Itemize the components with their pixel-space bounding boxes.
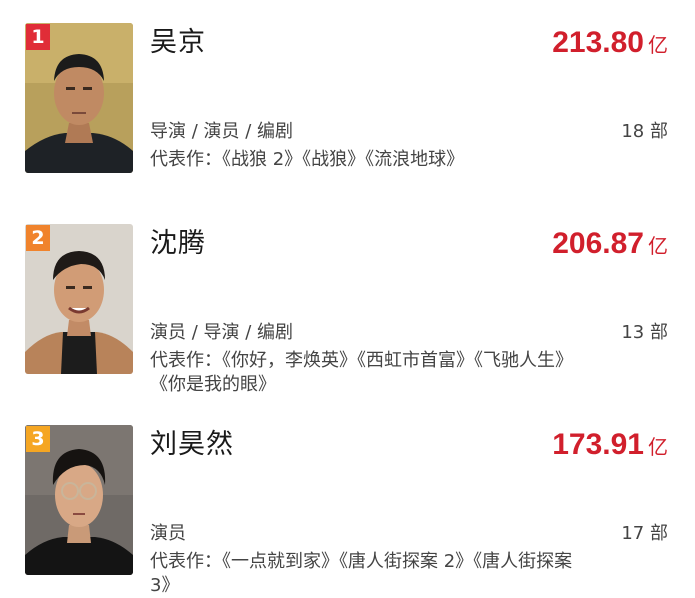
person-roles: 导演 / 演员 / 编剧 [150, 121, 294, 142]
representative-works: 代表作：《战狼 2》《战狼》《流浪地球》 [150, 149, 465, 170]
box-office-value: 213.80 [552, 26, 644, 59]
box-office-value: 173.91 [552, 428, 644, 461]
representative-works: 代表作：《一点就到家》《唐人街探案 2》《唐人街探案 3》 [150, 551, 573, 596]
person-roles: 演员 / 导演 / 编剧 [150, 322, 294, 343]
box-office-total: 206.87 亿 [552, 226, 668, 266]
rank-badge: 3 [26, 426, 50, 452]
person-name[interactable]: 吴京 [150, 25, 206, 61]
person-name[interactable]: 刘昊然 [150, 427, 234, 463]
box-office-unit: 亿 [648, 33, 668, 57]
box-office-value: 206.87 [552, 227, 644, 260]
list-item[interactable]: 1 吴京 213.80 亿 导演 / 演员 / 编剧 18 部 代表作：《战狼 2… [0, 23, 695, 183]
box-office-total: 173.91 亿 [552, 427, 668, 467]
box-office-ranking-list: 1 吴京 213.80 亿 导演 / 演员 / 编剧 18 部 代表作：《战狼 2… [0, 0, 695, 596]
film-count: 17 部 [621, 523, 668, 544]
film-count: 13 部 [621, 322, 668, 343]
box-office-unit: 亿 [648, 435, 668, 459]
list-item[interactable]: 2 沈腾 206.87 亿 演员 / 导演 / 编剧 13 部 代表作：《你好，李… [0, 224, 695, 395]
rank-badge: 2 [26, 225, 50, 251]
rank-badge: 1 [26, 24, 50, 50]
person-roles: 演员 [150, 523, 186, 544]
representative-works: 代表作：《你好，李焕英》《西虹市首富》《飞驰人生》《你是我的眼》 [150, 350, 573, 395]
list-item[interactable]: 3 刘昊然 173.91 亿 演员 17 部 代表作：《一点就到家》《唐人街探案 … [0, 425, 695, 596]
box-office-unit: 亿 [648, 234, 668, 258]
box-office-total: 213.80 亿 [552, 25, 668, 65]
film-count: 18 部 [621, 121, 668, 142]
person-name[interactable]: 沈腾 [150, 226, 206, 262]
